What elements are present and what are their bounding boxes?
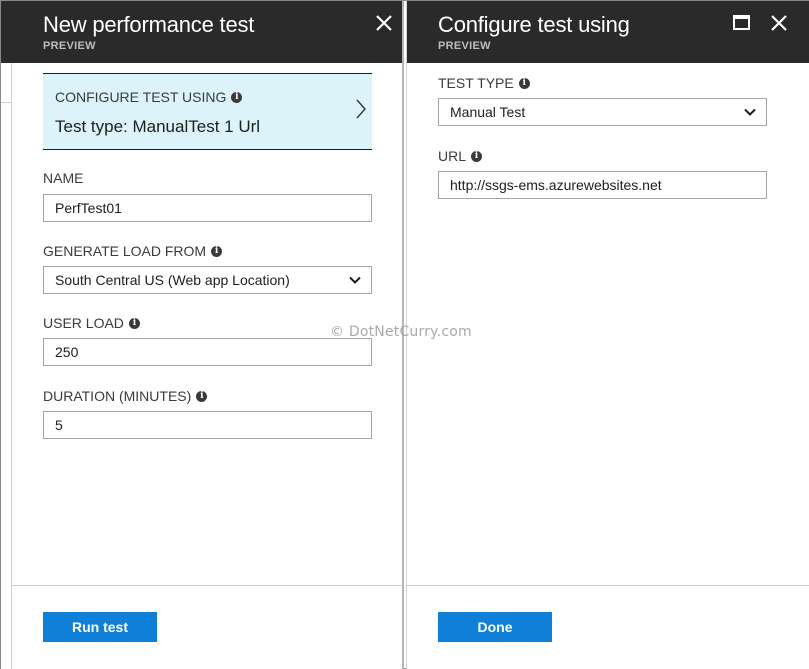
- configure-value: Test type: ManualTest 1 Url: [55, 117, 261, 136]
- duration-input[interactable]: 5: [43, 411, 372, 439]
- blade-header: New performance test PREVIEW: [12, 1, 402, 63]
- background-blade-header: [1, 1, 12, 63]
- url-label-row: URL i: [438, 148, 483, 164]
- maximize-icon: [733, 15, 750, 30]
- maximize-button[interactable]: [730, 11, 754, 35]
- generate-load-value: South Central US (Web app Location): [55, 272, 290, 288]
- generate-load-dropdown[interactable]: South Central US (Web app Location): [43, 266, 372, 294]
- user-load-input[interactable]: 250: [43, 338, 372, 366]
- portal-frame: New performance test PREVIEW CONFIGURE T…: [0, 0, 809, 669]
- run-test-button[interactable]: Run test: [43, 612, 157, 642]
- configure-label-row: CONFIGURE TEST USING i: [55, 89, 243, 105]
- close-button[interactable]: [767, 11, 791, 35]
- configure-label: CONFIGURE TEST USING: [55, 89, 227, 105]
- info-icon[interactable]: i: [128, 317, 140, 329]
- url-value: http://ssgs-ems.azurewebsites.net: [450, 177, 662, 193]
- close-button[interactable]: [372, 11, 396, 35]
- info-icon[interactable]: i: [231, 91, 243, 103]
- info-icon[interactable]: i: [471, 150, 483, 162]
- blade-subtitle: PREVIEW: [43, 40, 96, 52]
- blade-title: New performance test: [43, 12, 255, 37]
- close-icon: [771, 15, 787, 31]
- generate-load-label: GENERATE LOAD FROM: [43, 243, 207, 259]
- configure-test-using-selector[interactable]: CONFIGURE TEST USING i Test type: Manual…: [43, 73, 372, 150]
- test-type-value: Manual Test: [450, 104, 526, 120]
- name-label: NAME: [43, 170, 84, 186]
- name-input[interactable]: PerfTest01: [43, 194, 372, 222]
- duration-label: DURATION (MINUTES): [43, 388, 192, 404]
- user-load-label-row: USER LOAD i: [43, 315, 140, 331]
- blade-footer: Run test: [12, 585, 402, 669]
- close-icon: [376, 15, 392, 31]
- background-divider: [1, 102, 11, 103]
- info-icon[interactable]: i: [518, 77, 530, 89]
- name-input-value: PerfTest01: [55, 200, 122, 216]
- user-load-label: USER LOAD: [43, 315, 124, 331]
- chevron-down-icon: [744, 108, 756, 116]
- test-type-dropdown[interactable]: Manual Test: [438, 98, 767, 126]
- watermark: © DotNetCurry.com: [330, 324, 472, 340]
- info-icon[interactable]: i: [211, 245, 223, 257]
- name-label-row: NAME: [43, 170, 83, 186]
- user-load-value: 250: [55, 344, 79, 360]
- info-icon[interactable]: i: [196, 390, 208, 402]
- blade-title: Configure test using: [438, 12, 630, 37]
- duration-value: 5: [55, 417, 63, 433]
- chevron-down-icon: [349, 276, 361, 284]
- blade-header: Configure test using PREVIEW: [407, 1, 809, 63]
- background-blade-sliver: [1, 1, 12, 669]
- blade-subtitle: PREVIEW: [438, 40, 491, 52]
- duration-label-row: DURATION (MINUTES) i: [43, 388, 208, 404]
- generate-load-label-row: GENERATE LOAD FROM i: [43, 243, 223, 259]
- url-label: URL: [438, 148, 467, 164]
- blade-footer: Done: [407, 585, 809, 669]
- done-button[interactable]: Done: [438, 612, 552, 642]
- chevron-right-icon: [356, 99, 366, 119]
- test-type-label-row: TEST TYPE i: [438, 75, 530, 91]
- test-type-label: TEST TYPE: [438, 75, 514, 91]
- url-input[interactable]: http://ssgs-ems.azurewebsites.net: [438, 171, 767, 199]
